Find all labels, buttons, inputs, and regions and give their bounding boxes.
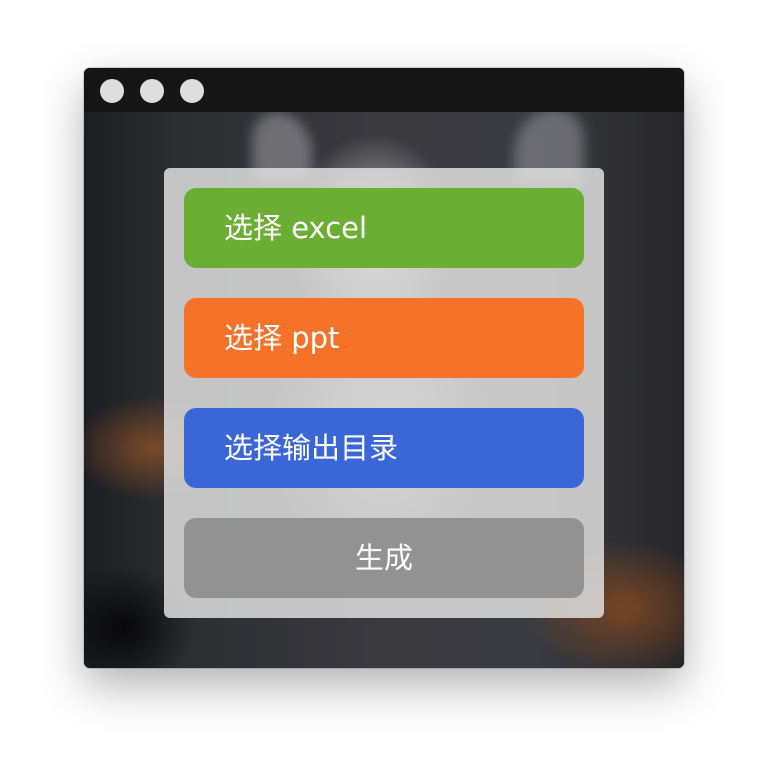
select-ppt-button[interactable]: 选择 ppt — [184, 298, 584, 378]
maximize-window-button[interactable] — [180, 79, 204, 103]
generate-button[interactable]: 生成 — [184, 518, 584, 598]
minimize-window-button[interactable] — [140, 79, 164, 103]
select-excel-button[interactable]: 选择 excel — [184, 188, 584, 268]
app-window: 选择 excel 选择 ppt 选择输出目录 生成 — [84, 68, 684, 668]
close-window-button[interactable] — [100, 79, 124, 103]
title-bar[interactable] — [84, 68, 684, 112]
select-output-dir-button[interactable]: 选择输出目录 — [184, 408, 584, 488]
action-panel: 选择 excel 选择 ppt 选择输出目录 生成 — [164, 168, 604, 618]
